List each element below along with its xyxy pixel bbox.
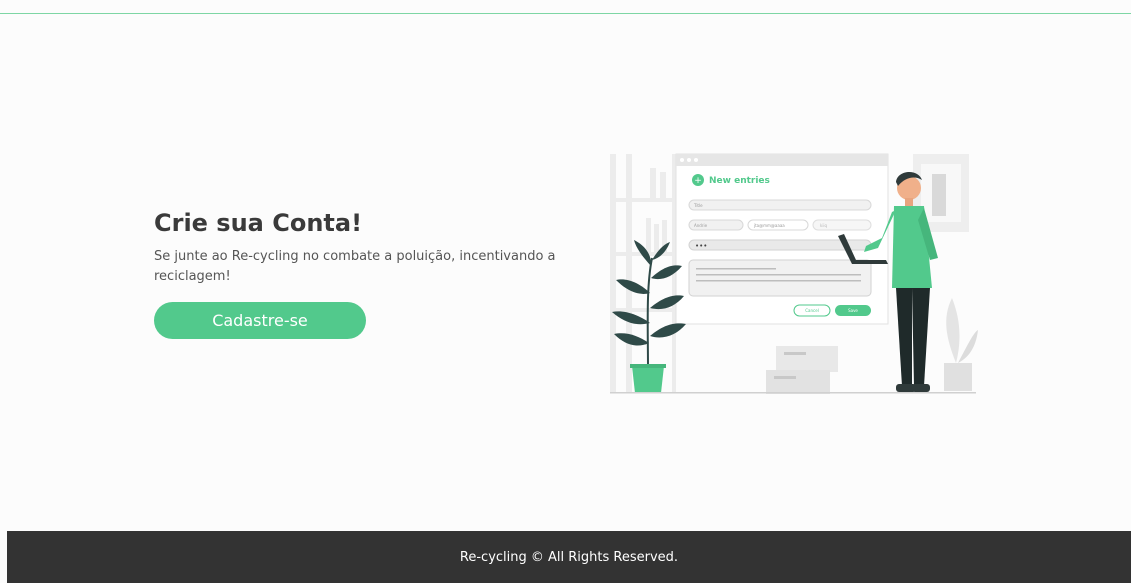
form-field-three: kiiq [820,223,828,228]
hero-subtitle: Se junte ao Re-cycling no combate a polu… [154,249,556,284]
cancel-label: Cancel [805,308,819,313]
save-label: Save [848,308,858,313]
footer-copyright: Re-cycling © All Rights Reserved. [459,549,679,565]
signup-button[interactable]: Cadastre-se [154,302,366,339]
plus-icon: + [694,176,702,186]
hero-section: Crie sua Conta! Se junte ao Re-cycling n… [154,207,584,287]
hero-title: Crie sua Conta! [154,209,363,237]
small-plant-icon [944,298,978,391]
form-field-one: Andrie [694,223,708,228]
form-window: + New entries Title Andrie jta@mm@aaaa k… [675,153,889,325]
password-field: ••• [695,242,707,250]
form-field-two: jta@mm@aaaa [753,223,785,228]
floor-line [610,392,976,394]
footer: Re-cycling © All Rights Reserved. [7,531,1131,583]
signup-landing-page: Crie sua Conta! Se junte ao Re-cycling n… [0,0,1131,583]
header-divider [0,13,1131,14]
form-title: New entries [709,176,770,186]
new-entries-illustration: + New entries Title Andrie jta@mm@aaaa k… [610,153,978,394]
boxes-icon [766,346,838,394]
form-title-field: Title [693,203,703,208]
